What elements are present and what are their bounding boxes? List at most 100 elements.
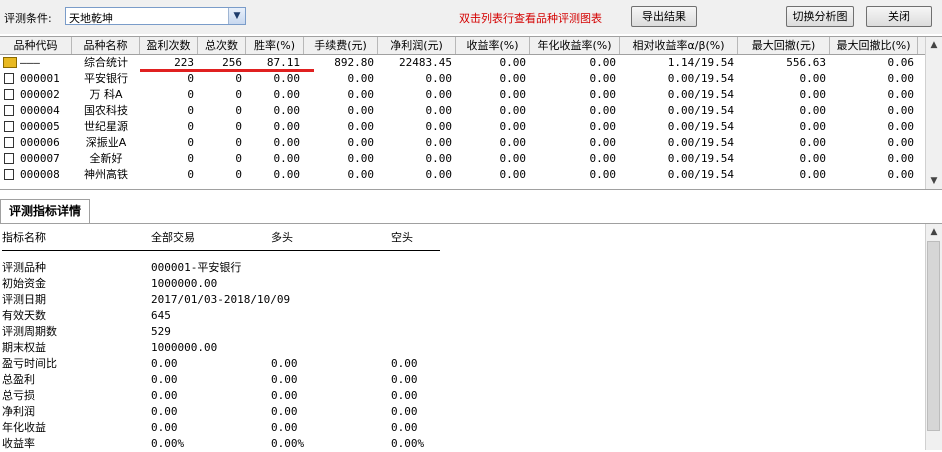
table-cell: 0 — [187, 168, 194, 181]
detail-row-value: 0.00 — [151, 373, 178, 386]
detail-row-label: 初始资金 — [2, 277, 46, 290]
detail-header-short: 空头 — [391, 231, 413, 244]
table-cell: 0.06 — [887, 56, 915, 69]
detail-row-value: 0.00 — [151, 357, 178, 370]
table-row[interactable]: 000008 神州高铁 0 0 0.00 0.00 0.00 0.00 0.00 0.00/19.… — [0, 167, 926, 183]
detail-row-label: 评测日期 — [2, 293, 46, 306]
table-cell: 0.00/19.54 — [667, 120, 734, 133]
tab-evaluation-details[interactable]: 评测指标详情 — [0, 199, 90, 223]
column-header[interactable]: 总次数 — [198, 37, 246, 54]
detail-panel: 指标名称 全部交易 多头 空头 评测品种 000001-平安银行 初始资金 10000… — [0, 224, 942, 450]
column-header[interactable]: 品种名称 — [72, 37, 140, 54]
table-cell: 0 — [187, 152, 194, 165]
table-cell: 0.00 — [499, 168, 527, 181]
table-cell: 0.00 — [499, 88, 527, 101]
table-cell: 0.00 — [425, 136, 453, 149]
scroll-down-icon[interactable]: ▼ — [926, 173, 942, 189]
table-cell: 0.00 — [499, 136, 527, 149]
scroll-thumb[interactable] — [927, 241, 940, 431]
scroll-up-icon[interactable]: ▲ — [926, 37, 942, 53]
table-cell: 国农科技 — [84, 104, 128, 117]
condition-select[interactable]: 天地乾坤 ▼ — [65, 7, 246, 25]
table-cell: 0.00 — [589, 104, 617, 117]
detail-row-value: 0.00 — [151, 421, 178, 434]
table-row[interactable]: 000006 深振业A 0 0 0.00 0.00 0.00 0.00 0.00 0.00/19.… — [0, 135, 926, 151]
scroll-up-icon[interactable]: ▲ — [926, 224, 942, 240]
table-row[interactable]: 000005 世纪星源 0 0 0.00 0.00 0.00 0.00 0.00 0.00/19.… — [0, 119, 926, 135]
detail-row-value: 645 — [151, 309, 171, 322]
detail-row-value: 0.00 — [271, 373, 298, 386]
table-cell: 0 — [187, 88, 194, 101]
table-row[interactable]: 000004 国农科技 0 0 0.00 0.00 0.00 0.00 0.00 0.00/19.… — [0, 103, 926, 119]
table-cell: 0.00 — [425, 72, 453, 85]
detail-row-value: 0.00 — [391, 421, 418, 434]
table-cell: 0 — [235, 104, 242, 117]
table-cell: 0.00 — [589, 168, 617, 181]
column-header[interactable]: 最大回撤比(%) — [830, 37, 918, 54]
table-cell: 0.00 — [425, 168, 453, 181]
table-cell: 0.00 — [499, 152, 527, 165]
table-cell: 全新好 — [89, 152, 123, 165]
detail-row-value: 0.00 — [391, 405, 418, 418]
table-cell: 0 — [235, 88, 242, 101]
column-header[interactable]: 盈利次数 — [140, 37, 198, 54]
table-row[interactable]: 000002 万 科A 0 0 0.00 0.00 0.00 0.00 0.00 0.00/19.… — [0, 87, 926, 103]
table-row[interactable]: ——— 综合统计 223 256 87.11 892.80 22483.45 0.00 0.00… — [0, 55, 926, 71]
column-header[interactable]: 净利润(元) — [378, 37, 456, 54]
table-cell: 0 — [235, 136, 242, 149]
column-header[interactable]: 相对收益率α/β(%) — [620, 37, 738, 54]
table-cell: 0 — [187, 120, 194, 133]
column-header[interactable]: 收益率(%) — [456, 37, 530, 54]
detail-row-label: 评测品种 — [2, 261, 46, 274]
grid-scrollbar[interactable]: ▲ ▼ — [925, 37, 942, 189]
detail-row-label: 年化收益 — [2, 421, 46, 434]
column-header[interactable]: 最大回撤(元) — [738, 37, 830, 54]
table-cell: 0.00 — [499, 120, 527, 133]
table-cell: 0.00 — [887, 120, 915, 133]
column-header[interactable]: 品种代码 — [0, 37, 72, 54]
table-cell: 000004 — [20, 104, 60, 117]
table-cell: 0.00/19.54 — [667, 152, 734, 165]
table-cell: 0.00 — [799, 152, 827, 165]
table-cell: 综合统计 — [84, 56, 128, 69]
table-cell: 万 科A — [89, 88, 123, 101]
switch-chart-button[interactable]: 切换分析图 — [786, 6, 854, 27]
table-cell: 0.00 — [425, 120, 453, 133]
table-cell: 0.00 — [799, 120, 827, 133]
table-cell: 0.00 — [347, 104, 375, 117]
detail-row-value: 0.00 — [271, 405, 298, 418]
table-cell: 0.00/19.54 — [667, 72, 734, 85]
table-cell: 0.00 — [273, 168, 301, 181]
table-cell: 0.00/19.54 — [667, 88, 734, 101]
tab-bar: 评测指标详情 — [0, 196, 942, 224]
detail-row-value: 0.00 — [391, 389, 418, 402]
table-cell: 0.00 — [589, 72, 617, 85]
close-button[interactable]: 关闭 — [866, 6, 932, 27]
table-cell: 0.00 — [273, 72, 301, 85]
export-button[interactable]: 导出结果 — [631, 6, 697, 27]
table-cell: 0.00 — [887, 72, 915, 85]
detail-row-value: 0.00 — [391, 373, 418, 386]
table-cell: 0 — [235, 168, 242, 181]
column-header[interactable]: 胜率(%) — [246, 37, 304, 54]
table-cell: 000008 — [20, 168, 60, 181]
table-cell: 0.00 — [887, 168, 915, 181]
column-header[interactable]: 手续费(元) — [304, 37, 378, 54]
detail-row-value: 0.00 — [271, 421, 298, 434]
detail-scrollbar[interactable]: ▲ — [925, 224, 942, 450]
table-cell: 0.00 — [799, 88, 827, 101]
condition-value: 天地乾坤 — [69, 12, 113, 25]
table-row[interactable]: 000007 全新好 0 0 0.00 0.00 0.00 0.00 0.00 0.00/19.5… — [0, 151, 926, 167]
chevron-down-icon[interactable]: ▼ — [228, 8, 245, 24]
table-cell: 0.00 — [347, 120, 375, 133]
detail-row-value: 1000000.00 — [151, 277, 218, 290]
detail-row-value: 0.00 — [271, 357, 298, 370]
table-cell: 0.00/19.54 — [667, 168, 734, 181]
table-cell: 0.00 — [347, 72, 375, 85]
table-row[interactable]: 000001 平安银行 0 0 0.00 0.00 0.00 0.00 0.00 0.00/19.… — [0, 71, 926, 87]
detail-row-value: 2017/01/03-2018/10/09 — [151, 293, 291, 306]
detail-row-label: 总盈利 — [2, 373, 35, 386]
detail-row-value: 0.00 — [391, 357, 418, 370]
table-cell: 0.00 — [887, 104, 915, 117]
column-header[interactable]: 年化收益率(%) — [530, 37, 620, 54]
